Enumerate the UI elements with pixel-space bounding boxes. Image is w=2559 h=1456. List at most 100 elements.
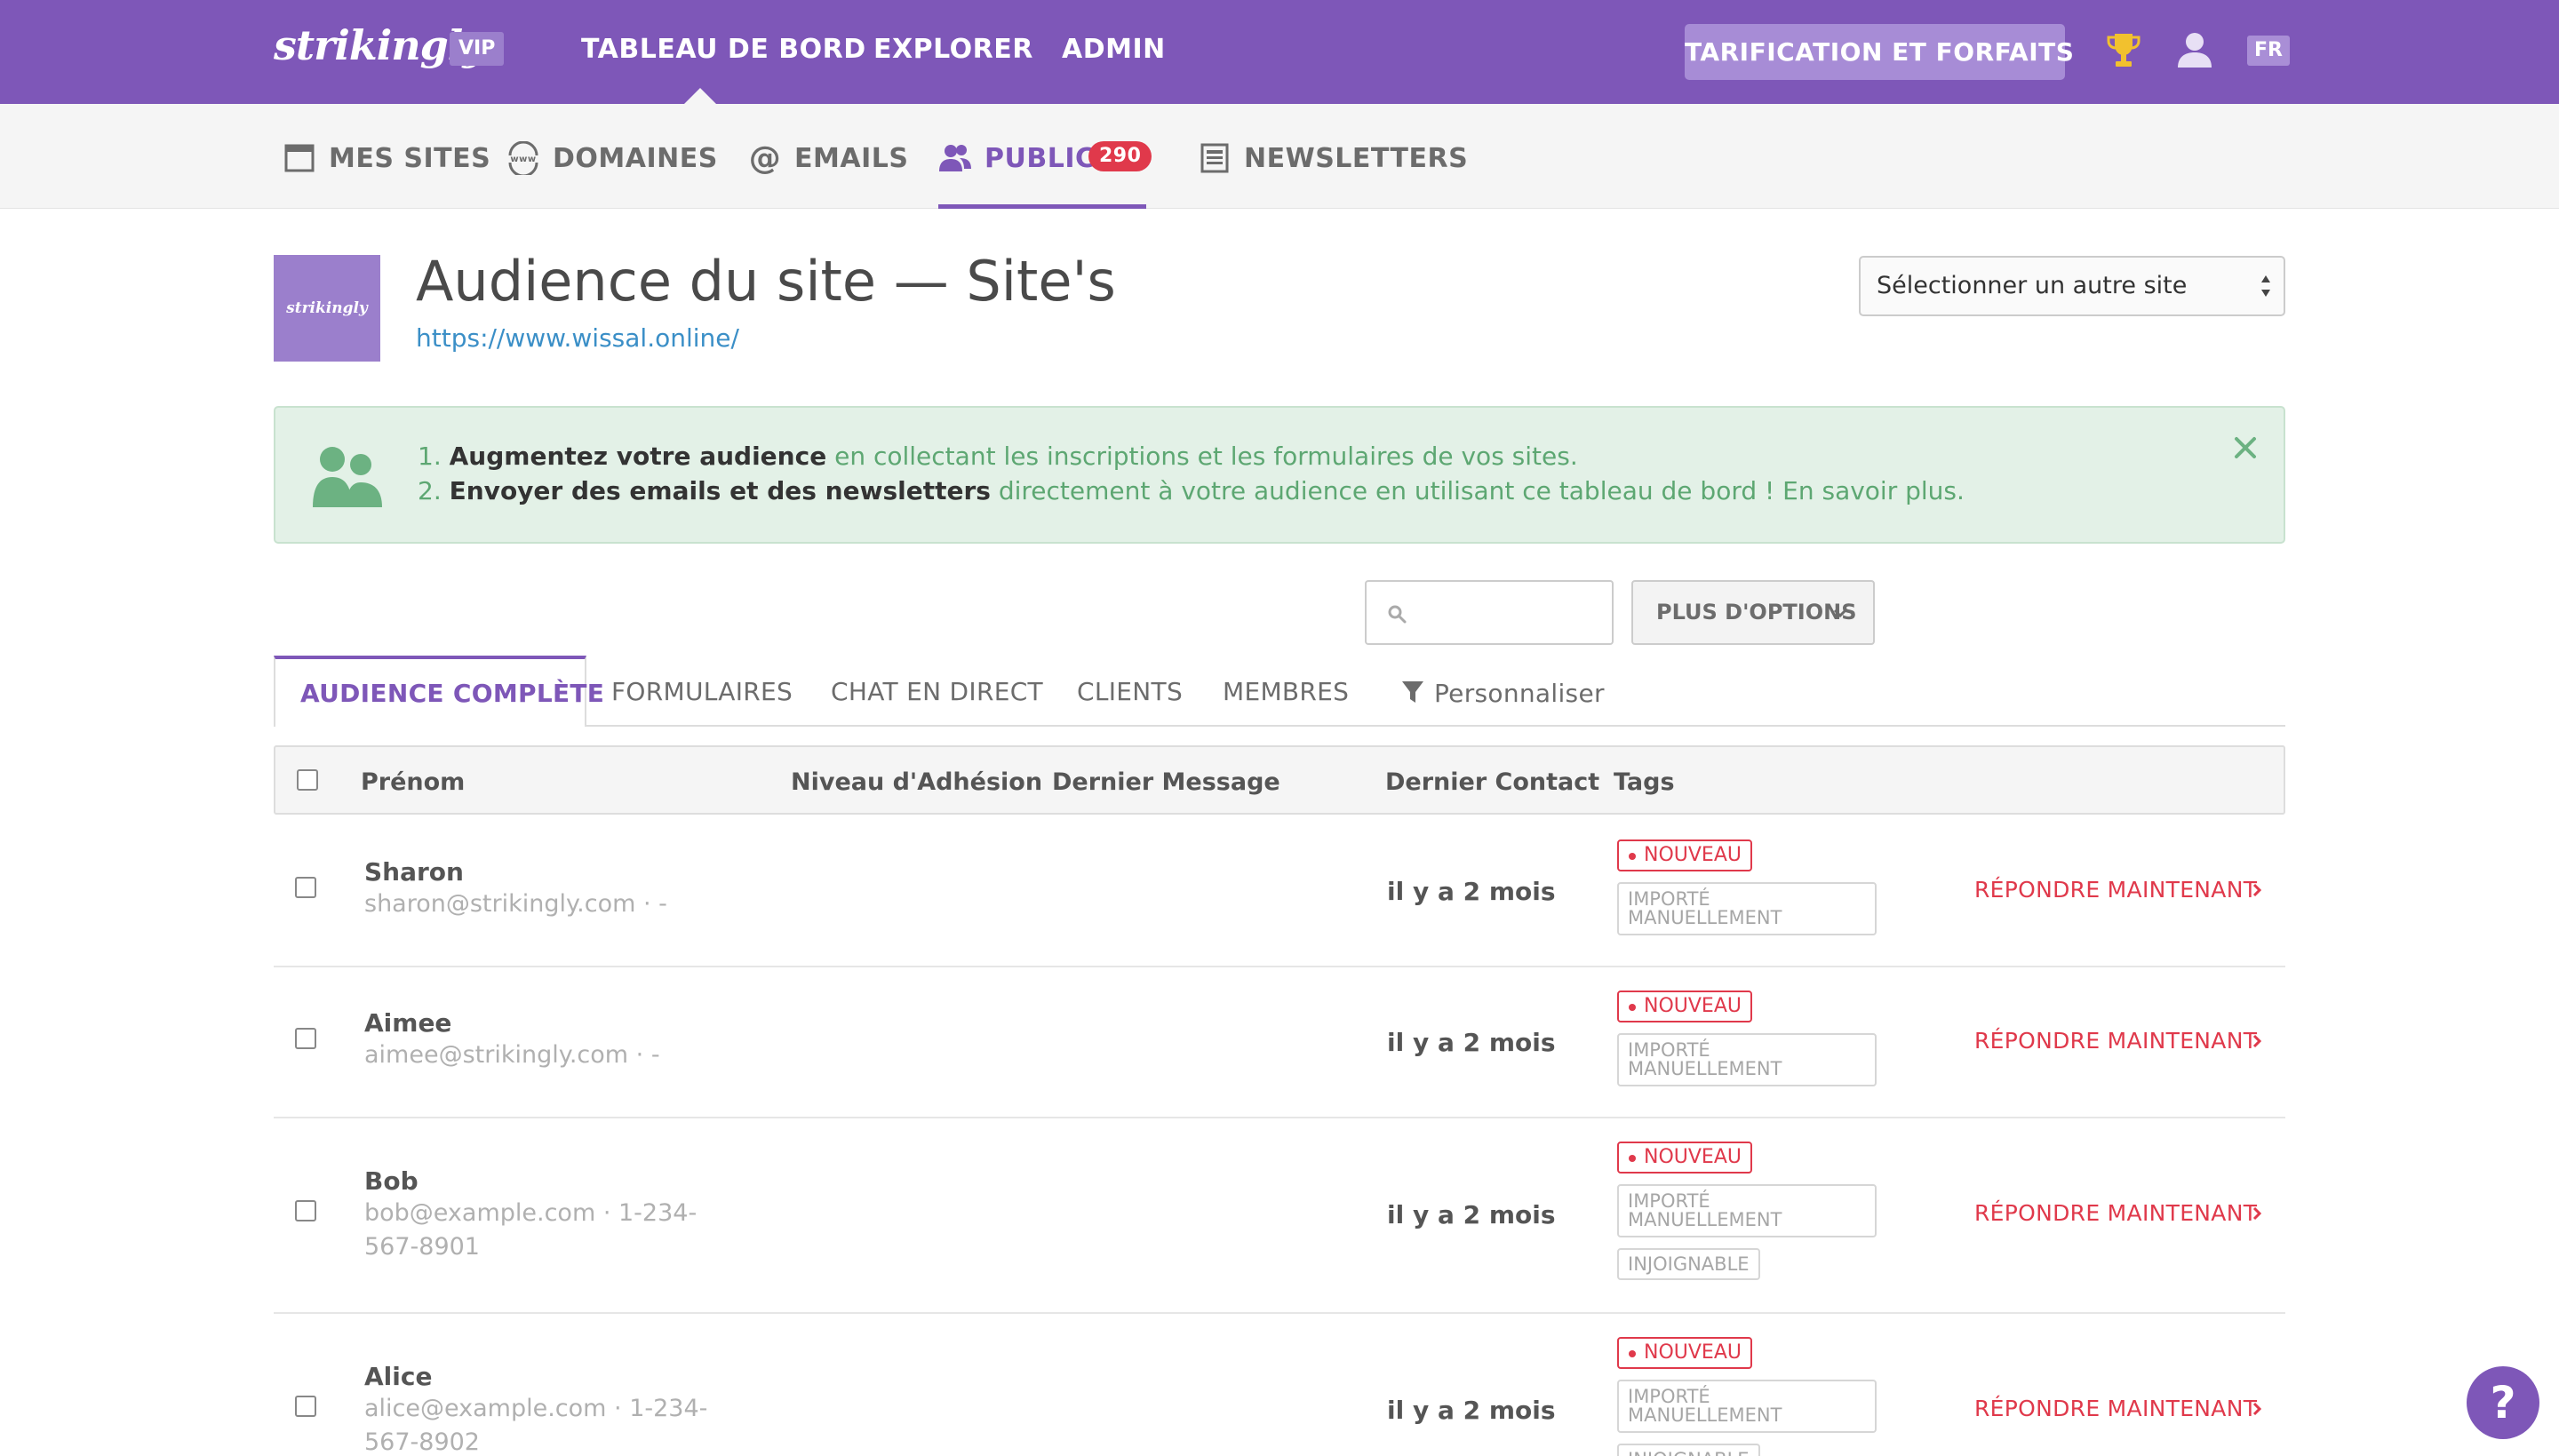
chevron-right-icon	[2252, 883, 2262, 897]
contact-name[interactable]: Alice	[364, 1362, 432, 1391]
alert-line-1: 1. Augmentez votre audience en collectan…	[418, 442, 1578, 471]
column-last-message[interactable]: Dernier Message	[1052, 768, 1280, 796]
column-first-name[interactable]: Prénom	[361, 768, 465, 796]
table-row[interactable]: Sharon sharon@strikingly.com · - il y a …	[274, 815, 2285, 967]
contact-name[interactable]: Sharon	[364, 857, 464, 887]
contact-details: alice@example.com · 1-234-567-8902	[364, 1395, 708, 1456]
chevron-down-icon	[1833, 609, 1847, 618]
nav-explore[interactable]: EXPLORER	[873, 34, 1033, 65]
reply-now-link[interactable]: RÉPONDRE MAINTENANT	[1974, 1028, 2262, 1054]
language-selector[interactable]: FR	[2247, 36, 2290, 66]
at-sign-icon: @	[749, 141, 782, 175]
subnav-label: NEWSLETTERS	[1244, 143, 1469, 174]
row-checkbox[interactable]	[295, 1200, 316, 1221]
user-account-icon[interactable]	[2175, 30, 2214, 69]
more-options-button[interactable]: PLUS D'OPTIONS	[1631, 580, 1875, 645]
search-input[interactable]	[1365, 580, 1614, 645]
tab-members[interactable]: MEMBRES	[1223, 677, 1349, 706]
tag-new: NOUVEAU	[1617, 991, 1752, 1022]
tag-new: NOUVEAU	[1617, 839, 1752, 871]
pricing-button[interactable]: TARIFICATION ET FORFAITS	[1685, 24, 2074, 80]
tag-imported: IMPORTÉ MANUELLEMENT	[1617, 1184, 1877, 1237]
column-membership[interactable]: Niveau d'Adhésion	[791, 768, 1042, 796]
subnav-label: PUBLIC	[985, 143, 1096, 174]
table-header: Prénom Niveau d'Adhésion Dernier Message…	[274, 745, 2285, 815]
search-icon	[1388, 605, 1407, 624]
table-row[interactable]: Aimee aimee@strikingly.com · - il y a 2 …	[274, 967, 2285, 1118]
active-nav-caret	[684, 88, 716, 104]
table-row[interactable]: Alice alice@example.com · 1-234-567-8902…	[274, 1314, 2285, 1456]
reply-label: RÉPONDRE MAINTENANT	[1974, 1396, 2258, 1421]
tag-unreachable: INJOIGNABLE	[1617, 1444, 1760, 1456]
status-dot-icon	[1629, 853, 1636, 860]
audience-count-badge: 290	[1088, 141, 1152, 171]
table-row[interactable]: Bob bob@example.com · 1-234-567-8901 il …	[274, 1118, 2285, 1314]
svg-text:@: @	[749, 141, 782, 175]
sub-navbar: MES SITES www DOMAINES @ EMAILS PUBLIC 2…	[0, 104, 2559, 209]
alert-line-number: 2.	[418, 476, 450, 505]
help-button[interactable]: ?	[2467, 1366, 2539, 1439]
select-arrows-icon	[2261, 275, 2270, 297]
last-contact: il y a 2 mois	[1387, 1028, 1556, 1057]
audience-group-icon	[313, 447, 382, 507]
contact-details: aimee@strikingly.com · -	[364, 1041, 660, 1069]
tab-label: AUDIENCE COMPLÈTE	[300, 679, 605, 708]
tab-forms[interactable]: FORMULAIRES	[611, 677, 793, 706]
status-dot-icon	[1629, 1350, 1636, 1357]
reply-now-link[interactable]: RÉPONDRE MAINTENANT	[1974, 1396, 2262, 1421]
nav-dashboard[interactable]: TABLEAU DE BORD	[581, 34, 866, 65]
row-checkbox[interactable]	[295, 1396, 316, 1417]
reply-label: RÉPONDRE MAINTENANT	[1974, 877, 2258, 903]
alert-line-number: 1.	[418, 442, 450, 471]
filter-icon[interactable]	[1400, 679, 1425, 705]
subnav-active-indicator	[938, 204, 1146, 209]
more-options-label: PLUS D'OPTIONS	[1656, 600, 1857, 625]
alert-line-bold: Envoyer des emails et des newsletters	[449, 476, 991, 505]
info-alert: 1. Augmentez votre audience en collectan…	[274, 406, 2285, 544]
tag-label: NOUVEAU	[1644, 995, 1742, 1017]
subnav-label: EMAILS	[794, 143, 909, 174]
reply-now-link[interactable]: RÉPONDRE MAINTENANT	[1974, 877, 2262, 903]
subnav-label: DOMAINES	[553, 143, 718, 174]
status-dot-icon	[1629, 1155, 1636, 1162]
tab-full-audience[interactable]: AUDIENCE COMPLÈTE	[274, 656, 604, 727]
row-checkbox[interactable]	[295, 1028, 316, 1049]
site-select-value: Sélectionner un autre site	[1877, 272, 2188, 299]
row-checkbox[interactable]	[295, 877, 316, 898]
newspaper-icon	[1200, 143, 1229, 173]
reply-label: RÉPONDRE MAINTENANT	[1974, 1028, 2258, 1054]
contact-name[interactable]: Bob	[364, 1166, 419, 1196]
tab-customers[interactable]: CLIENTS	[1077, 677, 1183, 706]
chevron-right-icon	[2252, 1402, 2262, 1416]
site-url-link[interactable]: https://www.wissal.online/	[416, 323, 739, 353]
chevron-right-icon	[2252, 1206, 2262, 1221]
browser-window-icon	[284, 144, 315, 172]
tag-new: NOUVEAU	[1617, 1142, 1752, 1174]
column-last-contact[interactable]: Dernier Contact	[1385, 768, 1599, 796]
page-title: Audience du site — Site's	[416, 249, 1116, 314]
subnav-label: MES SITES	[329, 143, 491, 174]
select-all-checkbox[interactable]	[297, 769, 318, 791]
alert-line-2[interactable]: 2. Envoyer des emails et des newsletters…	[418, 476, 1965, 505]
nav-admin[interactable]: ADMIN	[1062, 34, 1166, 65]
top-navbar: strikingly VIP TABLEAU DE BORD EXPLORER …	[0, 0, 2559, 104]
tag-label: NOUVEAU	[1644, 1341, 1742, 1364]
tag-imported: IMPORTÉ MANUELLEMENT	[1617, 1380, 1877, 1433]
contact-details: sharon@strikingly.com · -	[364, 890, 667, 918]
close-icon[interactable]	[2232, 434, 2259, 461]
users-icon	[939, 145, 971, 171]
trophy-icon[interactable]	[2106, 32, 2141, 69]
last-contact: il y a 2 mois	[1387, 1200, 1556, 1229]
column-tags[interactable]: Tags	[1614, 768, 1675, 796]
reply-now-link[interactable]: RÉPONDRE MAINTENANT	[1974, 1200, 2262, 1226]
site-thumbnail: strikingly	[274, 255, 380, 362]
tag-label: NOUVEAU	[1644, 844, 1742, 866]
tab-live-chat[interactable]: CHAT EN DIRECT	[831, 677, 1043, 706]
contact-name[interactable]: Aimee	[364, 1008, 451, 1038]
tag-imported: IMPORTÉ MANUELLEMENT	[1617, 882, 1877, 935]
site-select-dropdown[interactable]: Sélectionner un autre site	[1859, 256, 2285, 316]
www-globe-icon: www	[508, 141, 538, 175]
last-contact: il y a 2 mois	[1387, 1396, 1556, 1425]
vip-badge: VIP	[450, 32, 505, 66]
customize-button[interactable]: Personnaliser	[1434, 679, 1605, 708]
